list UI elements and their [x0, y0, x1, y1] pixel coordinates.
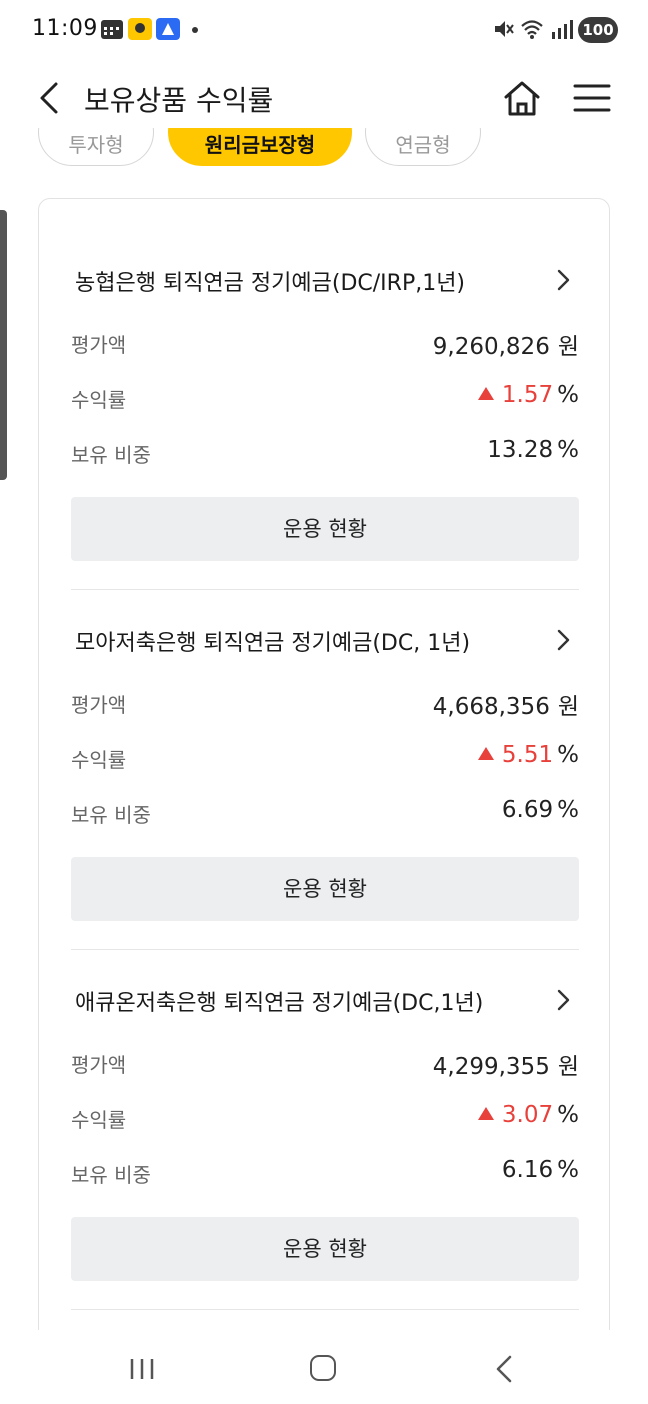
rate-row: 수익률 5.51% [71, 742, 579, 772]
rate-number: 3.07 [501, 1102, 554, 1128]
up-triangle-icon [477, 747, 494, 760]
calendar-icon [101, 20, 123, 39]
home-icon[interactable] [500, 76, 544, 120]
weight-number: 6.16 [501, 1157, 554, 1183]
notification-dot [192, 27, 198, 33]
product-title-link[interactable]: 농협은행 퇴직연금 정기예금(DC/IRP,1년) [71, 265, 579, 297]
weight-number: 6.69 [501, 797, 554, 823]
percent-unit: % [557, 797, 579, 823]
currency-unit: 원 [557, 694, 579, 720]
divider [71, 1309, 579, 1310]
weight-label: 보유 비중 [71, 1163, 151, 1187]
app-icon-blue [156, 18, 180, 40]
currency-unit: 원 [557, 334, 579, 360]
tab-pension[interactable]: 연금형 [365, 128, 481, 166]
signal-icon [552, 20, 573, 39]
up-triangle-icon [477, 1107, 494, 1120]
valuation-amount: 4,668,356 [432, 694, 550, 720]
valuation-row: 평가액 4,299,355 원 [71, 1047, 579, 1080]
percent-unit: % [557, 742, 579, 768]
rate-number: 1.57 [501, 382, 554, 408]
rate-row: 수익률 1.57% [71, 382, 579, 412]
status-time: 11:09 [32, 16, 98, 41]
operation-status-button[interactable]: 운용 현황 [71, 857, 579, 921]
weight-label: 보유 비중 [71, 443, 151, 467]
rate-value: 3.07% [477, 1102, 579, 1128]
edge-panel-handle[interactable] [0, 210, 7, 480]
product-list-card: 농협은행 퇴직연금 정기예금(DC/IRP,1년) 평가액 9,260,826 원… [38, 198, 610, 1358]
product-type-tabs: 투자형 원리금보장형 연금형 [0, 128, 648, 172]
back-button[interactable] [32, 78, 72, 118]
rate-value: 1.57% [477, 382, 579, 408]
percent-unit: % [557, 1157, 579, 1183]
valuation-value: 4,668,356 원 [433, 687, 579, 721]
valuation-row: 평가액 9,260,826 원 [71, 327, 579, 360]
product-title-link[interactable]: 모아저축은행 퇴직연금 정기예금(DC, 1년) [71, 625, 579, 657]
valuation-value: 9,260,826 원 [433, 327, 579, 361]
rate-number: 5.51 [501, 742, 554, 768]
divider [71, 589, 579, 590]
rate-label: 수익률 [71, 388, 127, 412]
recent-apps-icon[interactable] [128, 1357, 156, 1381]
up-triangle-icon [477, 387, 494, 400]
rate-label: 수익률 [71, 1108, 127, 1132]
valuation-amount: 4,299,355 [432, 1054, 550, 1080]
weight-value: 13.28% [487, 437, 579, 463]
wifi-icon [521, 20, 543, 39]
rate-label: 수익률 [71, 748, 127, 772]
percent-unit: % [557, 1102, 579, 1128]
operation-status-button[interactable]: 운용 현황 [71, 497, 579, 561]
operation-status-button[interactable]: 운용 현황 [71, 1217, 579, 1281]
chevron-right-icon [557, 629, 570, 651]
chevron-right-icon [557, 989, 570, 1011]
weight-row: 보유 비중 6.16% [71, 1157, 579, 1187]
chevron-right-icon [557, 269, 570, 291]
product-name: 애큐온저축은행 퇴직연금 정기예금(DC,1년) [75, 991, 484, 1016]
weight-row: 보유 비중 13.28% [71, 437, 579, 467]
percent-unit: % [557, 382, 579, 408]
valuation-amount: 9,260,826 [432, 334, 550, 360]
valuation-value: 4,299,355 원 [433, 1047, 579, 1081]
hamburger-menu-icon[interactable] [572, 78, 612, 118]
product-name: 농협은행 퇴직연금 정기예금(DC/IRP,1년) [75, 271, 466, 296]
app-icon-yellow [128, 18, 152, 40]
rate-value: 5.51% [477, 742, 579, 768]
divider [71, 949, 579, 950]
valuation-label: 평가액 [71, 1053, 127, 1077]
page-title: 보유상품 수익률 [84, 84, 274, 117]
battery-level: 100 [578, 17, 618, 43]
nav-back-icon[interactable] [494, 1354, 514, 1384]
status-bar: 11:09 100 [0, 0, 648, 60]
tab-principal-guaranteed[interactable]: 원리금보장형 [168, 128, 352, 166]
mute-icon [495, 21, 514, 37]
weight-label: 보유 비중 [71, 803, 151, 827]
valuation-label: 평가액 [71, 693, 127, 717]
weight-value: 6.69% [502, 797, 579, 823]
nav-home-icon[interactable] [310, 1355, 336, 1381]
weight-value: 6.16% [502, 1157, 579, 1183]
product-title-link[interactable]: 애큐온저축은행 퇴직연금 정기예금(DC,1년) [71, 985, 579, 1017]
app-header: 보유상품 수익률 [0, 60, 648, 136]
rate-row: 수익률 3.07% [71, 1102, 579, 1132]
percent-unit: % [557, 437, 579, 463]
valuation-row: 평가액 4,668,356 원 [71, 687, 579, 720]
product-name: 모아저축은행 퇴직연금 정기예금(DC, 1년) [75, 631, 471, 656]
valuation-label: 평가액 [71, 333, 127, 357]
currency-unit: 원 [557, 1054, 579, 1080]
system-nav-bar [0, 1330, 648, 1404]
weight-number: 13.28 [487, 437, 554, 463]
tab-investment[interactable]: 투자형 [38, 128, 154, 166]
weight-row: 보유 비중 6.69% [71, 797, 579, 827]
